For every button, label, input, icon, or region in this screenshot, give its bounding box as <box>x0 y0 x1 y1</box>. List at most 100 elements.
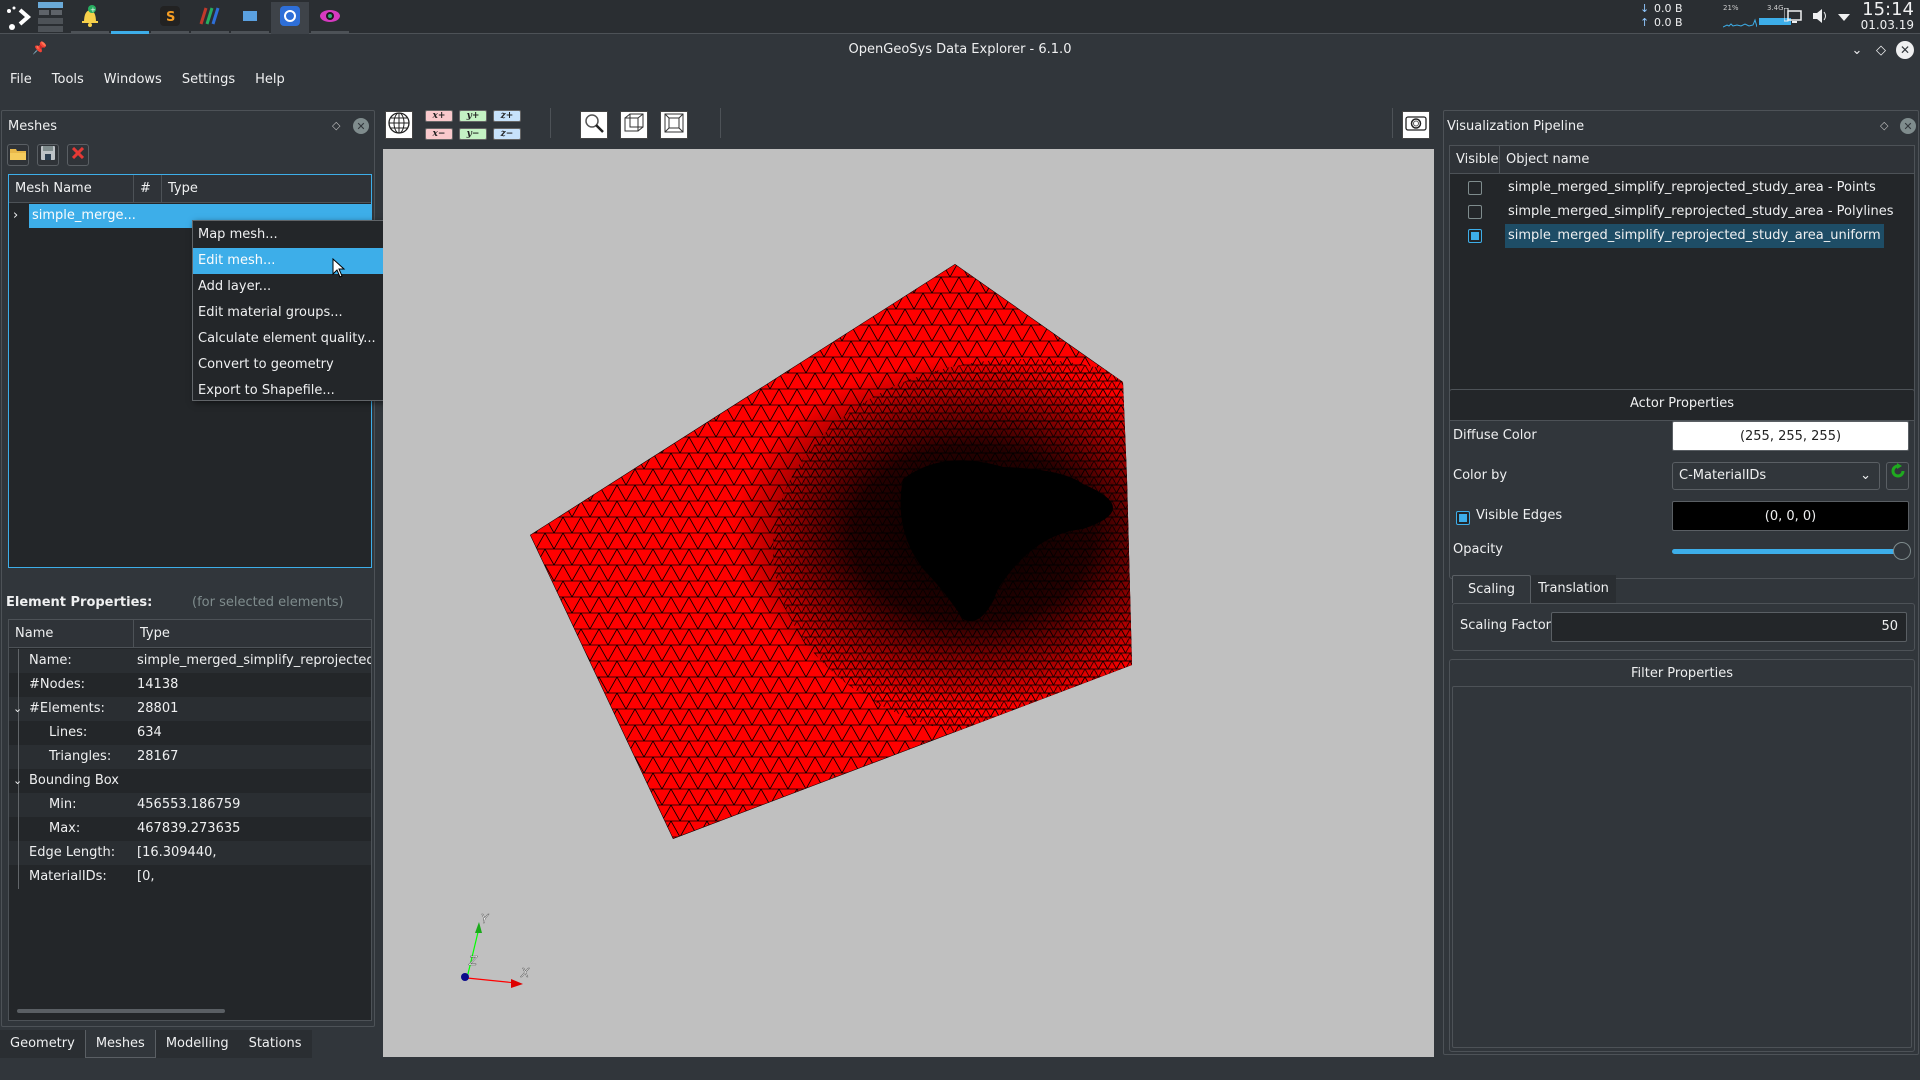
menu-item-add-layer[interactable]: Add layer... <box>193 274 388 300</box>
menu-item-calculate-quality[interactable]: Calculate element quality... <box>193 326 388 352</box>
menu-tools[interactable]: Tools <box>42 68 94 92</box>
menu-file[interactable]: File <box>0 68 42 92</box>
column-type[interactable]: Type <box>162 175 371 203</box>
view-y-plus-button[interactable]: y+ <box>459 110 487 122</box>
menu-help[interactable]: Help <box>245 68 295 92</box>
visible-edges-checkbox[interactable] <box>1456 511 1470 525</box>
view-y-minus-button[interactable]: y− <box>459 128 487 140</box>
close-window-button[interactable]: ✕ <box>1896 41 1914 59</box>
opacity-slider-track[interactable] <box>1672 549 1902 554</box>
visibility-checkbox[interactable] <box>1468 181 1482 195</box>
menu-item-edit-mesh[interactable]: Edit mesh... <box>193 248 388 274</box>
property-row[interactable]: Lines: 634 <box>9 721 371 745</box>
expand-chevron-icon[interactable]: ⌄ <box>13 769 22 793</box>
edge-color-button[interactable]: (0, 0, 0) <box>1672 501 1909 531</box>
property-row[interactable]: Name: simple_merged_simplify_reprojected_… <box>9 649 371 673</box>
color-by-select[interactable]: C-MaterialIDs ⌄ <box>1672 462 1880 490</box>
minimize-button[interactable]: ⌄ <box>1848 41 1866 59</box>
menu-settings[interactable]: Settings <box>172 68 245 92</box>
zoom-to-fit-button[interactable] <box>580 111 608 139</box>
opacity-slider-handle[interactable] <box>1893 542 1911 560</box>
view-x-plus-button[interactable]: x+ <box>425 110 453 122</box>
property-row[interactable]: ⌄ #Elements: 28801 <box>9 697 371 721</box>
magnifier-icon <box>583 112 605 138</box>
tab-stations[interactable]: Stations <box>238 1030 312 1058</box>
pipeline-row[interactable]: simple_merged_simplify_reprojected_study… <box>1450 200 1914 224</box>
tab-geometry[interactable]: Geometry <box>0 1030 85 1058</box>
volume-icon[interactable] <box>1812 8 1828 28</box>
refresh-colors-button[interactable] <box>1886 462 1909 490</box>
menu-windows[interactable]: Windows <box>94 68 172 92</box>
view-z-plus-button[interactable]: z+ <box>493 110 521 122</box>
menu-item-edit-material-groups[interactable]: Edit material groups... <box>193 300 388 326</box>
save-mesh-button[interactable] <box>37 144 59 166</box>
virtual-desktop-pager-icon[interactable] <box>38 2 63 32</box>
property-value: 28167 <box>137 749 179 764</box>
tray-expand-icon[interactable] <box>1838 11 1850 26</box>
object-name[interactable]: simple_merged_simplify_reprojected_study… <box>1505 224 1884 248</box>
menu-item-map-mesh[interactable]: Map mesh... <box>193 222 388 248</box>
tab-scaling[interactable]: Scaling <box>1452 575 1531 603</box>
pipeline-row[interactable]: simple_merged_simplify_reprojected_study… <box>1450 224 1914 248</box>
tree-guide-line <box>18 745 19 769</box>
orthogonal-view-button[interactable] <box>660 111 688 139</box>
float-dock-button[interactable]: ◇ <box>1880 119 1888 132</box>
taskbar-task-active[interactable] <box>111 2 149 34</box>
z-axis-label: Z <box>468 954 478 968</box>
column-visible[interactable]: Visible <box>1450 146 1500 174</box>
menu-item-convert-to-geometry[interactable]: Convert to geometry <box>193 352 388 378</box>
element-properties-tree[interactable]: Name Type Name: simple_merged_simplify_re… <box>8 619 372 1021</box>
taskbar-task-eye[interactable] <box>311 2 349 34</box>
column-name[interactable]: Name <box>9 620 134 648</box>
close-dock-button[interactable]: ✕ <box>353 118 369 134</box>
opacity-label: Opacity <box>1453 542 1504 557</box>
column-type[interactable]: Type <box>134 620 371 648</box>
remove-mesh-button[interactable] <box>67 144 89 166</box>
tab-modelling[interactable]: Modelling <box>155 1030 239 1058</box>
visibility-checkbox[interactable] <box>1468 229 1482 243</box>
taskbar-task-opengeosys[interactable] <box>271 2 309 34</box>
close-dock-button[interactable]: ✕ <box>1900 118 1916 134</box>
tab-translation[interactable]: Translation <box>1531 575 1616 603</box>
taskbar-task-notifications[interactable]: + <box>71 2 109 34</box>
diffuse-color-button[interactable]: (255, 255, 255) <box>1672 421 1909 451</box>
visibility-checkbox[interactable] <box>1468 205 1482 219</box>
pipeline-tree[interactable]: Visible Object name simple_merged_simpli… <box>1449 145 1915 421</box>
property-row[interactable]: Min: 456553.186759 <box>9 793 371 817</box>
property-row[interactable]: Triangles: 28167 <box>9 745 371 769</box>
column-object-name[interactable]: Object name <box>1500 146 1914 174</box>
expand-chevron-icon[interactable]: › <box>13 204 18 228</box>
application-launcher-icon[interactable] <box>4 4 32 30</box>
3d-viewport[interactable]: Y Z X <box>383 149 1434 1057</box>
property-row[interactable]: ⌄ Bounding Box <box>9 769 371 793</box>
property-row[interactable]: Edge Length: [16.309440, <box>9 841 371 865</box>
column-count[interactable]: # <box>134 175 162 203</box>
taskbar-task-sublime[interactable]: S <box>151 2 189 34</box>
expand-chevron-icon[interactable]: ⌄ <box>13 697 22 721</box>
open-mesh-button[interactable] <box>7 144 29 166</box>
object-name[interactable]: simple_merged_simplify_reprojected_study… <box>1505 176 1879 200</box>
object-name[interactable]: simple_merged_simplify_reprojected_study… <box>1505 200 1897 224</box>
save-icon <box>41 146 55 164</box>
property-row[interactable]: #Nodes: 14138 <box>9 673 371 697</box>
view-z-minus-button[interactable]: z− <box>493 128 521 140</box>
maximize-button[interactable]: ◇ <box>1872 41 1890 59</box>
scaling-factor-input[interactable]: 50 <box>1551 612 1907 642</box>
taskbar-task-paraview[interactable] <box>191 2 229 34</box>
property-row[interactable]: MaterialIDs: [0, <box>9 865 371 889</box>
screenshot-button[interactable] <box>1402 111 1430 139</box>
property-row[interactable]: Max: 467839.273635 <box>9 817 371 841</box>
clock[interactable]: 15:14 01.03.19 <box>1861 1 1914 32</box>
perspective-view-button[interactable] <box>620 111 648 139</box>
property-value: [16.309440, <box>137 845 217 860</box>
menu-item-export-shapefile[interactable]: Export to Shapefile... <box>193 378 388 404</box>
reset-view-button[interactable] <box>385 111 413 139</box>
column-mesh-name[interactable]: Mesh Name <box>9 175 134 203</box>
tab-meshes[interactable]: Meshes <box>84 1030 156 1058</box>
view-x-minus-button[interactable]: x− <box>425 128 453 140</box>
float-dock-button[interactable]: ◇ <box>332 119 340 132</box>
taskbar-task-display[interactable] <box>231 2 269 34</box>
network-icon[interactable] <box>1783 7 1802 28</box>
horizontal-scrollbar[interactable] <box>17 1009 225 1013</box>
pipeline-row[interactable]: simple_merged_simplify_reprojected_study… <box>1450 176 1914 200</box>
